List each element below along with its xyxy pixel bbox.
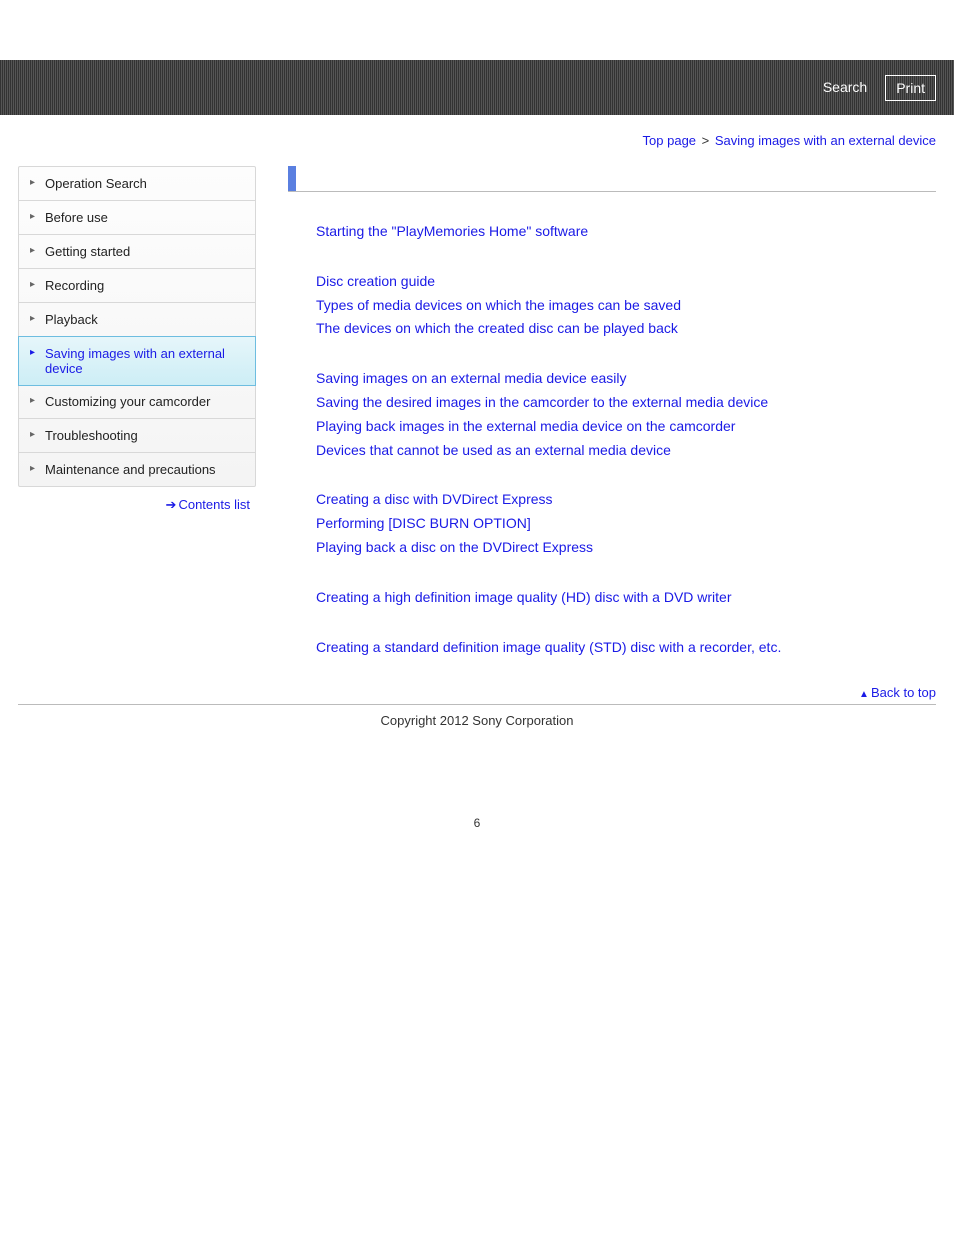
title-accent-bar	[288, 166, 296, 191]
triangle-up-icon: ▲	[859, 689, 869, 700]
link-group: Saving images on an external media devic…	[288, 367, 936, 462]
content-link[interactable]: Starting the "PlayMemories Home" softwar…	[288, 220, 936, 244]
breadcrumb-current[interactable]: Saving images with an external device	[715, 133, 936, 148]
sidebar-item-customizing[interactable]: Customizing your camcorder	[19, 385, 255, 419]
header-banner: Search Print	[0, 60, 954, 115]
link-group: Creating a high definition image quality…	[288, 586, 936, 610]
sidebar-item-troubleshooting[interactable]: Troubleshooting	[19, 419, 255, 453]
content-link[interactable]: Disc creation guide	[288, 270, 936, 294]
search-link[interactable]: Search	[813, 75, 877, 101]
sidebar-item-operation-search[interactable]: Operation Search	[19, 167, 255, 201]
page-number: 6	[0, 776, 954, 842]
sidebar-item-playback[interactable]: Playback	[19, 303, 255, 337]
content-link[interactable]: Saving the desired images in the camcord…	[288, 391, 936, 415]
link-group: Starting the "PlayMemories Home" softwar…	[288, 220, 936, 244]
content-link[interactable]: Devices that cannot be used as an extern…	[288, 439, 936, 463]
sidebar-item-getting-started[interactable]: Getting started	[19, 235, 255, 269]
sidebar-item-recording[interactable]: Recording	[19, 269, 255, 303]
sidebar-nav: Operation Search Before use Getting star…	[18, 166, 256, 487]
link-group: Creating a standard definition image qua…	[288, 636, 936, 660]
sidebar-item-maintenance[interactable]: Maintenance and precautions	[19, 453, 255, 486]
breadcrumb-separator: >	[702, 133, 710, 148]
content-link[interactable]: Saving images on an external media devic…	[288, 367, 936, 391]
copyright-text: Copyright 2012 Sony Corporation	[18, 705, 936, 758]
contents-list-link[interactable]: Contents list	[178, 497, 250, 512]
sidebar-item-before-use[interactable]: Before use	[19, 201, 255, 235]
content-link[interactable]: Types of media devices on which the imag…	[288, 294, 936, 318]
link-group: Disc creation guide Types of media devic…	[288, 270, 936, 341]
content-link[interactable]: Creating a high definition image quality…	[288, 586, 936, 610]
page-title-block	[288, 166, 936, 192]
breadcrumb-top-page[interactable]: Top page	[643, 133, 697, 148]
arrow-right-icon: ➔	[166, 497, 175, 512]
back-to-top-link[interactable]: Back to top	[871, 685, 936, 700]
content-link[interactable]: Creating a disc with DVDirect Express	[288, 488, 936, 512]
content-link[interactable]: The devices on which the created disc ca…	[288, 317, 936, 341]
content-link[interactable]: Playing back a disc on the DVDirect Expr…	[288, 536, 936, 560]
content-link[interactable]: Performing [DISC BURN OPTION]	[288, 512, 936, 536]
main-content: Starting the "PlayMemories Home" softwar…	[288, 166, 936, 700]
content-link[interactable]: Playing back images in the external medi…	[288, 415, 936, 439]
breadcrumb: Top page > Saving images with an externa…	[18, 133, 936, 148]
link-group: Creating a disc with DVDirect Express Pe…	[288, 488, 936, 559]
sidebar-item-saving-images[interactable]: Saving images with an external device	[18, 336, 256, 386]
content-link[interactable]: Creating a standard definition image qua…	[288, 636, 936, 660]
print-button[interactable]: Print	[885, 75, 936, 101]
